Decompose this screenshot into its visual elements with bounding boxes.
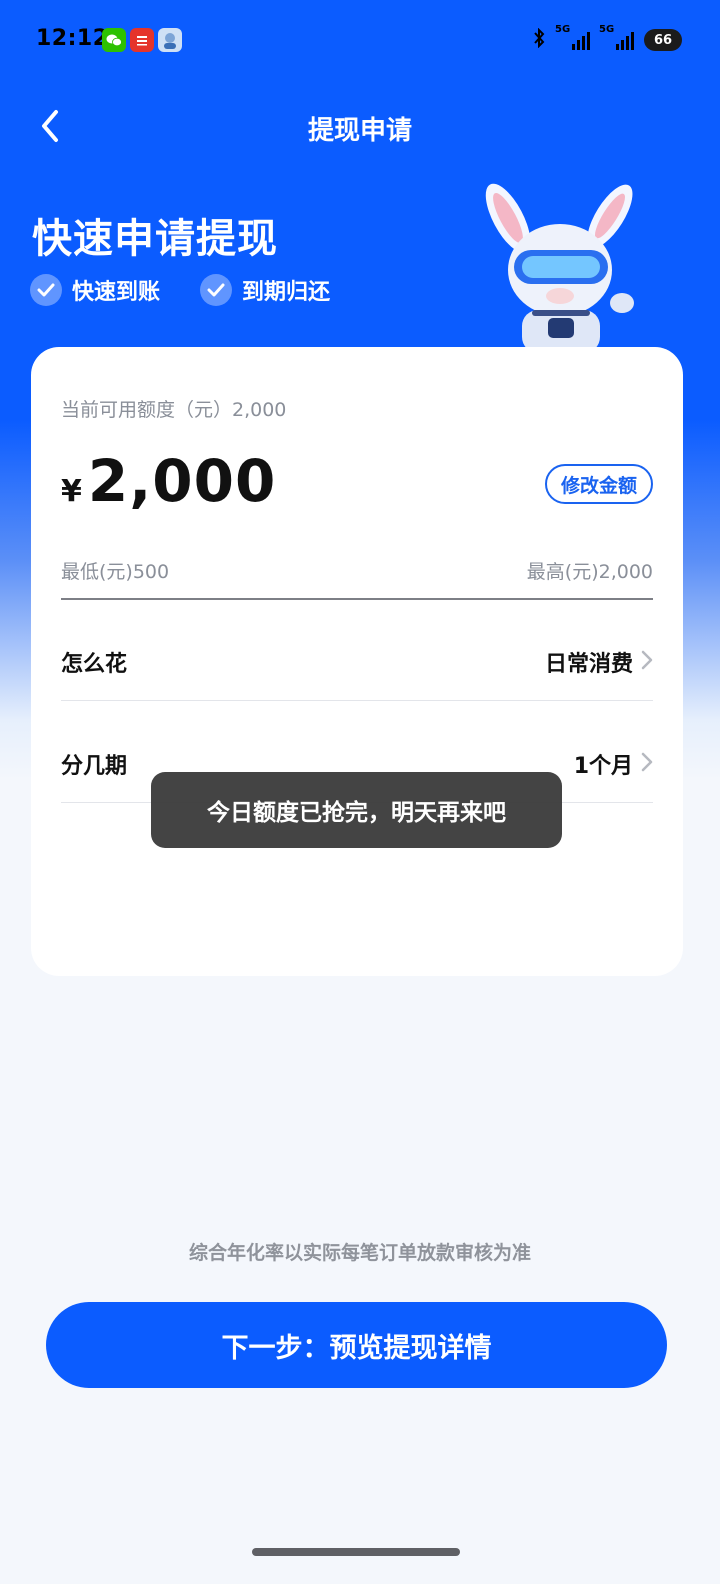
signal-2-icon: 5G bbox=[599, 24, 634, 50]
battery-indicator: 66 bbox=[644, 29, 682, 51]
benefit-repay-on-due: 到期归还 bbox=[200, 274, 330, 306]
benefit-label: 到期归还 bbox=[242, 280, 331, 305]
status-time: 12:12 bbox=[36, 26, 109, 51]
row-value-wrap: 1个月 bbox=[574, 748, 653, 780]
row-value-wrap: 日常消费 bbox=[545, 646, 653, 678]
hero-title: 快速申请提现 bbox=[32, 216, 278, 262]
row-value: 日常消费 bbox=[544, 652, 633, 677]
chevron-right-icon bbox=[641, 647, 653, 677]
toast-message: 今日额度已抢完，明天再来吧 bbox=[151, 772, 562, 848]
rabbit-mascot-illustration bbox=[470, 178, 660, 353]
home-indicator[interactable] bbox=[252, 1548, 460, 1556]
available-limit-label: 当前可用额度（元）2,000 bbox=[61, 399, 287, 421]
status-bar: 12:12 5G 5G 66 bbox=[0, 0, 720, 80]
edit-amount-button[interactable]: 修改金额 bbox=[544, 464, 653, 504]
currency-symbol: ¥ bbox=[61, 474, 82, 509]
min-amount-label: 最低(元)500 bbox=[61, 561, 170, 583]
withdraw-amount: ¥ 2,000 bbox=[61, 447, 276, 515]
row-label: 怎么花 bbox=[61, 652, 128, 677]
row-label: 分几期 bbox=[61, 754, 128, 779]
check-icon bbox=[200, 274, 232, 306]
page-title: 提现申请 bbox=[307, 116, 412, 146]
signal-1-icon: 5G bbox=[555, 24, 590, 50]
check-icon bbox=[30, 274, 62, 306]
usage-purpose-row[interactable]: 怎么花 日常消费 bbox=[61, 612, 653, 712]
row-divider bbox=[61, 700, 653, 701]
benefit-label: 快速到账 bbox=[72, 280, 161, 305]
rate-disclaimer: 综合年化率以实际每笔订单放款审核为准 bbox=[188, 1242, 531, 1264]
amount-value: 2,000 bbox=[87, 447, 277, 515]
next-step-button[interactable]: 下一步：预览提现详情 bbox=[46, 1302, 667, 1388]
bluetooth-icon bbox=[532, 27, 546, 52]
bank-app-icon bbox=[130, 28, 154, 52]
row-value: 1个月 bbox=[573, 754, 633, 779]
withdraw-card: 当前可用额度（元）2,000 ¥ 2,000 修改金额 最低(元)500 最高(… bbox=[31, 347, 683, 976]
amount-divider bbox=[61, 598, 653, 600]
amount-range: 最低(元)500 最高(元)2,000 bbox=[61, 557, 653, 584]
benefit-fast-arrival: 快速到账 bbox=[30, 274, 160, 306]
wechat-icon bbox=[102, 28, 126, 52]
avatar-app-icon bbox=[158, 28, 182, 52]
max-amount-label: 最高(元)2,000 bbox=[526, 561, 653, 583]
chevron-right-icon bbox=[641, 749, 653, 779]
